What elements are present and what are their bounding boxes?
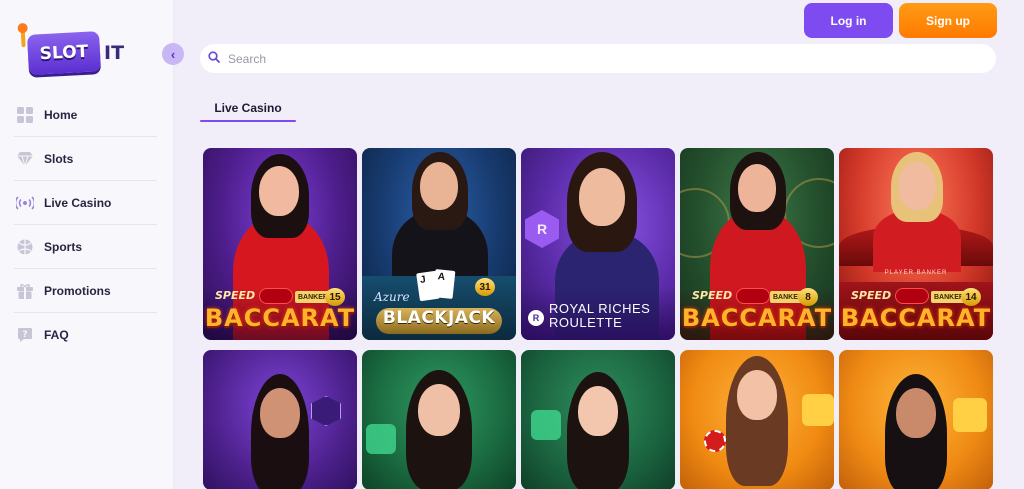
logo-badge: SLOT — [20, 29, 101, 75]
sidebar-item-slots[interactable]: Slots — [14, 137, 157, 181]
sidebar-item-label: FAQ — [44, 328, 69, 342]
sidebar-item-sports[interactable]: Sports — [14, 225, 157, 269]
collapse-sidebar-button[interactable]: ‹ — [162, 43, 184, 65]
royal-logo-icon: R — [528, 310, 544, 326]
game-title: BACCARAT — [204, 304, 356, 332]
cake-icon — [531, 410, 561, 440]
table-number-badge: 31 — [475, 278, 495, 296]
sidebar-item-label: Sports — [44, 239, 83, 254]
login-label: Log in — [830, 13, 867, 28]
sidebar: SLOT IT Home Slots Live Casino Sports Pr… — [0, 0, 174, 489]
game-card-row2-5[interactable] — [839, 350, 993, 489]
search-input[interactable] — [228, 51, 928, 66]
azure-label: Azure — [374, 290, 410, 304]
sidebar-item-label: Live Casino — [44, 195, 112, 210]
gift-icon — [16, 282, 34, 300]
player-pill — [736, 288, 770, 304]
lever-icon — [20, 29, 26, 48]
search-bar[interactable] — [200, 44, 996, 73]
game-title: BACCARAT — [840, 304, 992, 332]
game-card-speed-baccarat-15[interactable]: SPEED BANKER 15 BACCARAT — [203, 148, 357, 340]
table-label: PLAYER BANKER — [884, 270, 948, 276]
sidebar-nav: Home Slots Live Casino Sports Promotions — [14, 93, 157, 357]
gem-icon — [16, 150, 34, 168]
player-pill — [895, 288, 929, 304]
game-card-royal-riches-roulette[interactable]: R R ROYAL RICHES ROULETTE — [521, 148, 675, 340]
playing-card-icon: A — [432, 269, 456, 299]
game-card-row2-3[interactable] — [521, 350, 675, 489]
sidebar-item-label: Home — [44, 107, 78, 122]
sidebar-item-label: Slots — [44, 151, 74, 166]
broadcast-icon — [16, 194, 34, 212]
game-card-row2-1[interactable] — [203, 350, 357, 489]
signup-label: Sign up — [926, 13, 970, 28]
tab-live-casino[interactable]: Live Casino — [200, 98, 296, 122]
diamond-icon — [802, 394, 834, 426]
slotit-logo[interactable]: SLOT IT — [20, 29, 132, 76]
game-card-speed-baccarat-14[interactable]: PLAYER BANKER SPEED BANKER 14 BACCARAT — [839, 148, 993, 340]
chip-stack-icon — [704, 430, 726, 452]
signup-button[interactable]: Sign up — [899, 3, 997, 38]
search-icon — [208, 50, 220, 68]
hexagon-logo-icon — [311, 396, 341, 426]
royal-crest-icon: R — [525, 210, 559, 248]
speed-label: SPEED — [851, 289, 892, 302]
question-icon: ? — [16, 326, 34, 344]
game-card-speed-baccarat-8[interactable]: SPEED BANKER 8 BACCARAT — [680, 148, 834, 340]
sidebar-item-faq[interactable]: ? FAQ — [14, 313, 157, 357]
game-card-row2-4[interactable] — [680, 350, 834, 489]
logo-text: SLOT — [39, 41, 89, 65]
diamond-icon — [953, 398, 987, 432]
chevron-left-icon: ‹ — [170, 46, 176, 62]
sidebar-item-live-casino[interactable]: Live Casino — [14, 181, 157, 225]
game-card-azure-blackjack-31[interactable]: J A 31 Azure BLACKJACK — [362, 148, 516, 340]
game-card-row2-2[interactable] — [362, 350, 516, 489]
sidebar-item-promotions[interactable]: Promotions — [14, 269, 157, 313]
tab-label: Live Casino — [214, 101, 282, 115]
sidebar-item-home[interactable]: Home — [14, 93, 157, 137]
game-title: BLACKJACK — [382, 308, 496, 328]
speed-label: SPEED — [692, 289, 733, 302]
player-pill — [259, 288, 293, 304]
speed-label: SPEED — [215, 289, 256, 302]
ball-icon — [16, 238, 34, 256]
sidebar-item-label: Promotions — [44, 283, 111, 298]
logo-suffix: IT — [104, 42, 125, 64]
login-button[interactable]: Log in — [804, 3, 893, 38]
svg-text:?: ? — [22, 330, 27, 340]
cake-icon — [366, 424, 396, 454]
game-title: ROYAL RICHES ROULETTE — [549, 301, 651, 330]
grid-icon — [16, 106, 34, 124]
game-title: BACCARAT — [681, 304, 833, 332]
